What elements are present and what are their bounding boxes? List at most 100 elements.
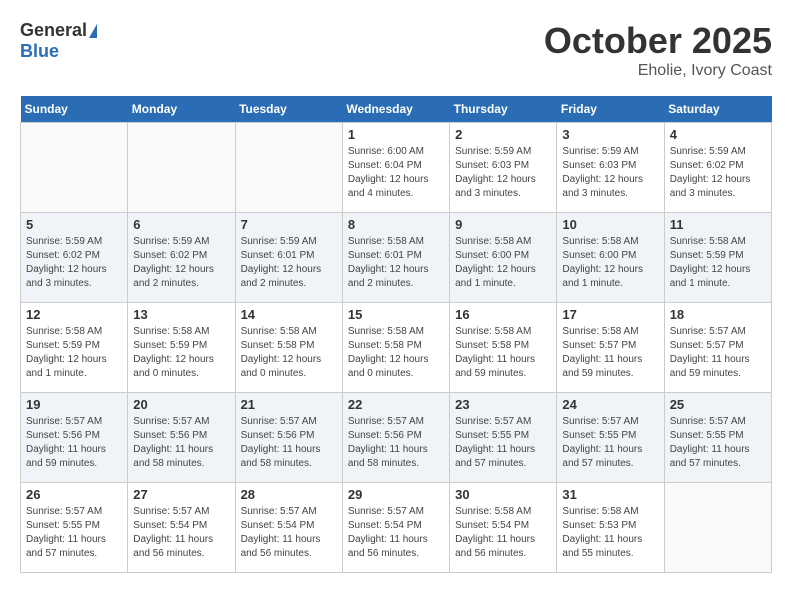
calendar-cell: 14Sunrise: 5:58 AM Sunset: 5:58 PM Dayli… [235,303,342,393]
day-number: 26 [26,487,122,502]
weekday-header-friday: Friday [557,96,664,123]
day-number: 9 [455,217,551,232]
calendar-cell: 20 Sunrise: 5:57 AM Sunset: 5:56 PM Dayli… [128,393,235,483]
month-title: October 2025 [544,20,772,62]
day-info: Sunrise: 5:58 AM Sunset: 5:54 PM Dayligh… [455,505,551,561]
day-number: 5 [26,217,122,232]
day-number: 6 [133,217,229,232]
day-info: Sunrise: 5:57 AM Sunset: 5:57 PM Dayligh… [670,325,766,381]
day-info: Sunrise: 5:59 AM Sunset: 6:03 PM Dayligh… [455,145,551,201]
calendar-cell: 15 Sunrise: 5:58 AM Sunset: 5:58 PM Dayli… [342,303,449,393]
weekday-header-saturday: Saturday [664,96,771,123]
calendar-cell: 12Sunrise: 5:58 AM Sunset: 5:59 PM Dayli… [21,303,128,393]
day-info: Sunrise: 5:58 AM Sunset: 5:57 PM Dayligh… [562,325,658,381]
calendar-cell: 2 Sunrise: 5:59 AM Sunset: 6:03 PM Daylig… [450,123,557,213]
day-info: Sunrise: 5:57 AM Sunset: 5:55 PM Dayligh… [455,415,551,471]
calendar-cell: 25Sunrise: 5:57 AM Sunset: 5:55 PM Dayli… [664,393,771,483]
calendar-cell: 22Sunrise: 5:57 AM Sunset: 5:56 PM Dayli… [342,393,449,483]
day-number: 25 [670,397,766,412]
day-info: Sunrise: 5:59 AM Sunset: 6:01 PM Dayligh… [241,235,337,291]
calendar-cell: 23 Sunrise: 5:57 AM Sunset: 5:55 PM Dayli… [450,393,557,483]
day-number: 4 [670,127,766,142]
day-info: Sunrise: 5:58 AM Sunset: 6:00 PM Dayligh… [455,235,551,291]
day-number: 24 [562,397,658,412]
day-number: 15 [348,307,444,322]
calendar-table: SundayMondayTuesdayWednesdayThursdayFrid… [20,96,772,573]
day-number: 7 [241,217,337,232]
day-number: 21 [241,397,337,412]
day-info: Sunrise: 5:59 AM Sunset: 6:02 PM Dayligh… [133,235,229,291]
day-number: 2 [455,127,551,142]
logo-blue-text: Blue [20,41,59,62]
logo-icon [89,24,97,38]
day-number: 10 [562,217,658,232]
calendar-cell: 21Sunrise: 5:57 AM Sunset: 5:56 PM Dayli… [235,393,342,483]
calendar-cell: 3 Sunrise: 5:59 AM Sunset: 6:03 PM Daylig… [557,123,664,213]
day-number: 8 [348,217,444,232]
day-info: Sunrise: 5:59 AM Sunset: 6:03 PM Dayligh… [562,145,658,201]
calendar-cell: 9 Sunrise: 5:58 AM Sunset: 6:00 PM Daylig… [450,213,557,303]
calendar-cell: 16Sunrise: 5:58 AM Sunset: 5:58 PM Dayli… [450,303,557,393]
day-info: Sunrise: 5:59 AM Sunset: 6:02 PM Dayligh… [26,235,122,291]
calendar-cell: 30 Sunrise: 5:58 AM Sunset: 5:54 PM Dayli… [450,483,557,573]
calendar-week-row: 1 Sunrise: 6:00 AM Sunset: 6:04 PM Daylig… [21,123,772,213]
calendar-week-row: 26 Sunrise: 5:57 AM Sunset: 5:55 PM Dayli… [21,483,772,573]
day-info: Sunrise: 5:58 AM Sunset: 5:58 PM Dayligh… [348,325,444,381]
calendar-cell: 17 Sunrise: 5:58 AM Sunset: 5:57 PM Dayli… [557,303,664,393]
day-number: 17 [562,307,658,322]
calendar-week-row: 19 Sunrise: 5:57 AM Sunset: 5:56 PM Dayli… [21,393,772,483]
calendar-cell: 19 Sunrise: 5:57 AM Sunset: 5:56 PM Dayli… [21,393,128,483]
day-number: 11 [670,217,766,232]
logo-general-text: General [20,20,87,41]
day-number: 19 [26,397,122,412]
weekday-header-tuesday: Tuesday [235,96,342,123]
page-header: General Blue October 2025 Eholie, Ivory … [20,20,772,80]
calendar-cell: 18Sunrise: 5:57 AM Sunset: 5:57 PM Dayli… [664,303,771,393]
calendar-cell [664,483,771,573]
calendar-cell: 26 Sunrise: 5:57 AM Sunset: 5:55 PM Dayli… [21,483,128,573]
weekday-header-sunday: Sunday [21,96,128,123]
calendar-cell: 29Sunrise: 5:57 AM Sunset: 5:54 PM Dayli… [342,483,449,573]
calendar-cell: 27Sunrise: 5:57 AM Sunset: 5:54 PM Dayli… [128,483,235,573]
day-number: 28 [241,487,337,502]
calendar-cell: 4Sunrise: 5:59 AM Sunset: 6:02 PM Daylig… [664,123,771,213]
weekday-header-row: SundayMondayTuesdayWednesdayThursdayFrid… [21,96,772,123]
calendar-cell: 10 Sunrise: 5:58 AM Sunset: 6:00 PM Dayli… [557,213,664,303]
calendar-cell [21,123,128,213]
day-number: 20 [133,397,229,412]
day-info: Sunrise: 5:57 AM Sunset: 5:56 PM Dayligh… [133,415,229,471]
calendar-cell: 1 Sunrise: 6:00 AM Sunset: 6:04 PM Daylig… [342,123,449,213]
day-info: Sunrise: 5:58 AM Sunset: 5:58 PM Dayligh… [455,325,551,381]
day-info: Sunrise: 5:57 AM Sunset: 5:56 PM Dayligh… [348,415,444,471]
calendar-cell: 11 Sunrise: 5:58 AM Sunset: 5:59 PM Dayli… [664,213,771,303]
day-info: Sunrise: 5:58 AM Sunset: 5:59 PM Dayligh… [26,325,122,381]
day-number: 13 [133,307,229,322]
day-number: 30 [455,487,551,502]
weekday-header-monday: Monday [128,96,235,123]
weekday-header-thursday: Thursday [450,96,557,123]
day-info: Sunrise: 5:57 AM Sunset: 5:54 PM Dayligh… [348,505,444,561]
day-info: Sunrise: 5:57 AM Sunset: 5:55 PM Dayligh… [26,505,122,561]
day-info: Sunrise: 5:58 AM Sunset: 6:00 PM Dayligh… [562,235,658,291]
day-number: 3 [562,127,658,142]
day-info: Sunrise: 6:00 AM Sunset: 6:04 PM Dayligh… [348,145,444,201]
day-info: Sunrise: 5:58 AM Sunset: 5:59 PM Dayligh… [133,325,229,381]
day-info: Sunrise: 5:58 AM Sunset: 5:59 PM Dayligh… [670,235,766,291]
day-info: Sunrise: 5:57 AM Sunset: 5:56 PM Dayligh… [26,415,122,471]
calendar-week-row: 5 Sunrise: 5:59 AM Sunset: 6:02 PM Daylig… [21,213,772,303]
day-info: Sunrise: 5:57 AM Sunset: 5:55 PM Dayligh… [562,415,658,471]
calendar-cell: 28 Sunrise: 5:57 AM Sunset: 5:54 PM Dayli… [235,483,342,573]
day-info: Sunrise: 5:57 AM Sunset: 5:54 PM Dayligh… [133,505,229,561]
title-area: October 2025 Eholie, Ivory Coast [544,20,772,80]
calendar-cell [128,123,235,213]
calendar-week-row: 12Sunrise: 5:58 AM Sunset: 5:59 PM Dayli… [21,303,772,393]
day-info: Sunrise: 5:57 AM Sunset: 5:54 PM Dayligh… [241,505,337,561]
weekday-header-wednesday: Wednesday [342,96,449,123]
location-subtitle: Eholie, Ivory Coast [544,62,772,80]
calendar-cell: 31Sunrise: 5:58 AM Sunset: 5:53 PM Dayli… [557,483,664,573]
calendar-cell: 5 Sunrise: 5:59 AM Sunset: 6:02 PM Daylig… [21,213,128,303]
calendar-cell [235,123,342,213]
day-info: Sunrise: 5:58 AM Sunset: 5:58 PM Dayligh… [241,325,337,381]
day-number: 23 [455,397,551,412]
day-number: 1 [348,127,444,142]
